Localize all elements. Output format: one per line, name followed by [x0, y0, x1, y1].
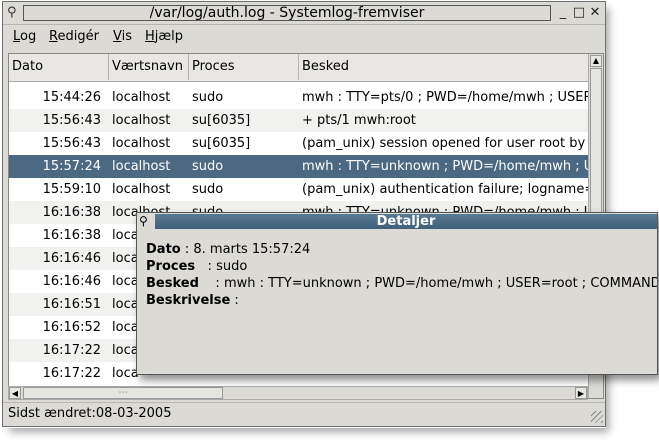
beskrivelse-label: Beskrivelse [146, 293, 231, 308]
minimize-icon[interactable]: _ [555, 5, 571, 21]
cell-time: 15:59:10 [42, 182, 101, 197]
table-row[interactable]: 15:59:10 localhost sudo (pam_unix) authenti… [9, 178, 589, 201]
besked-label: Besked [146, 276, 199, 291]
column-header-proces[interactable]: Proces [189, 54, 299, 80]
popup-body: Dato : 8. marts 15:57:24 Proces : sudo B… [146, 241, 657, 309]
cell-time: 16:16:51 [42, 297, 101, 312]
cell-time: 16:16:38 [42, 228, 101, 243]
scroll-up-icon[interactable]: ▲ [590, 55, 602, 67]
dato-label: Dato [146, 242, 181, 257]
table-row[interactable]: 15:56:43 localhost su[6035] + pts/1 mwh:roo… [9, 109, 589, 132]
table-row[interactable]: 15:44:26 localhost sudo mwh : TTY=pts/0 ; P… [9, 86, 589, 109]
cell-message: + pts/1 mwh:root [302, 113, 416, 128]
horizontal-scroll-thumb[interactable]: ⋯ [23, 387, 223, 399]
proces-label: Proces [146, 259, 196, 274]
menu-bar: Log Redigér Vis Hjælp [3, 25, 605, 48]
cell-time: 16:16:46 [42, 274, 101, 289]
cell-time: 16:17:22 [42, 366, 101, 381]
cell-time: 16:17:22 [42, 343, 101, 358]
detail-beskrivelse: Beskrivelse : [146, 293, 239, 308]
maximize-icon[interactable]: □ [571, 5, 587, 21]
table-header: Dato Værtsnavn Proces Besked [9, 54, 589, 82]
detail-proces: Proces : sudo [146, 259, 248, 274]
cell-time: 15:56:43 [42, 136, 101, 151]
resize-grip-icon[interactable] [591, 411, 603, 423]
column-header-vaertsnavn[interactable]: Værtsnavn [109, 54, 189, 80]
window-title: /var/log/auth.log - Systemlog-fremviser [23, 5, 551, 21]
detail-besked: Besked : mwh : TTY=unknown ; PWD=/home/m… [146, 275, 657, 292]
proces-value: sudo [216, 259, 248, 274]
cell-process: sudo [192, 159, 224, 174]
cell-time: 16:16:52 [42, 320, 101, 335]
status-bar: Sidst ændret:08-03-2005 [3, 402, 605, 425]
besked-value: mwh : TTY=unknown ; PWD=/home/mwh ; USER… [223, 276, 657, 291]
title-bar[interactable]: ⚲ /var/log/auth.log - Systemlog-fremvise… [3, 2, 605, 25]
table-row[interactable]: 15:56:43 localhost su[6035] (pam_unix) sess… [9, 132, 589, 155]
cell-message: mwh : TTY=unknown ; PWD=/home/mwh ; USE [302, 159, 589, 174]
cell-time: 15:56:43 [42, 113, 101, 128]
cell-time: 16:16:46 [42, 251, 101, 266]
cell-host: localhost [112, 90, 171, 105]
table-row[interactable]: 15:57:24 localhost sudo mwh : TTY=unknown ;… [9, 155, 589, 178]
menu-vis[interactable]: Vis [113, 29, 132, 44]
cell-host: localhost [112, 182, 171, 197]
horizontal-scrollbar[interactable]: ◀ ⋯ ▶ [8, 386, 588, 400]
scroll-left-icon[interactable]: ◀ [9, 387, 21, 399]
scroll-right-icon[interactable]: ▶ [575, 387, 587, 399]
menu-log[interactable]: Log [13, 29, 36, 44]
cell-process: su[6035] [192, 136, 251, 151]
cell-host: localhost [112, 113, 171, 128]
cell-message: (pam_unix) authentication failure; logna… [302, 182, 589, 197]
cell-time: 15:57:24 [42, 159, 101, 174]
magnifier-icon: ⚲ [7, 5, 17, 20]
details-popup: ⚲ Detaljer Dato : 8. marts 15:57:24 Proc… [136, 212, 658, 375]
popup-title: Detaljer [155, 214, 657, 229]
status-last-modified: Sidst ændret:08-03-2005 [8, 406, 172, 421]
cell-host: localhost [112, 159, 171, 174]
cell-time: 15:44:26 [42, 90, 101, 105]
menu-rediger[interactable]: Redigér [49, 29, 99, 44]
cell-process: su[6035] [192, 113, 251, 128]
cell-message: mwh : TTY=pts/0 ; PWD=/home/mwh ; USER=r [302, 90, 589, 105]
cell-process: sudo [192, 90, 224, 105]
popup-title-bar[interactable]: ⚲ Detaljer [137, 213, 657, 230]
cell-message: (pam_unix) session opened for user root … [302, 136, 589, 151]
cell-host: localhost [112, 136, 171, 151]
column-header-dato[interactable]: Dato [9, 54, 109, 80]
cell-process: sudo [192, 182, 224, 197]
menu-hjaelp[interactable]: Hjælp [145, 29, 183, 44]
close-icon[interactable]: ✕ [587, 5, 603, 21]
magnifier-icon: ⚲ [139, 214, 148, 228]
detail-dato: Dato : 8. marts 15:57:24 [146, 242, 311, 257]
dato-value: 8. marts 15:57:24 [193, 242, 311, 257]
column-header-besked[interactable]: Besked [299, 54, 589, 80]
cell-time: 16:16:38 [42, 205, 101, 220]
